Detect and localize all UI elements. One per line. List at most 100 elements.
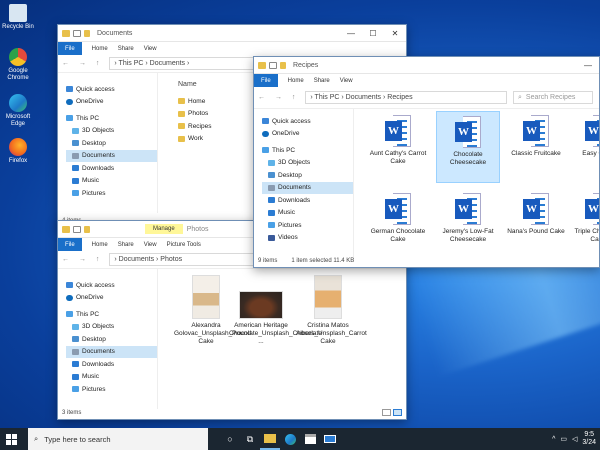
- network-icon[interactable]: ▭: [560, 435, 567, 443]
- word-file[interactable]: W German Chocolate Cake: [366, 189, 430, 261]
- checkbox-icon[interactable]: [269, 61, 277, 69]
- search-input[interactable]: ⌕ Search Recipes: [513, 91, 593, 104]
- nav-desktop[interactable]: Desktop: [262, 169, 353, 182]
- photo-file[interactable]: Cristina Matos Albers_Unsplash_Carrot Ca…: [296, 275, 367, 346]
- maximize-button[interactable]: ☐: [362, 29, 384, 38]
- nav-music[interactable]: Music: [66, 175, 157, 188]
- word-file[interactable]: W Classic Fruitcake: [504, 111, 568, 183]
- desktop-icon-recycle-bin[interactable]: Recycle Bin: [2, 4, 34, 31]
- new-folder-icon[interactable]: [84, 225, 90, 233]
- nav-label: Pictures: [82, 385, 106, 393]
- nav-label: Documents: [82, 348, 115, 356]
- word-file[interactable]: W Jeremy's Low-Fat Cheesecake: [436, 189, 500, 261]
- nav-pictures[interactable]: Pictures: [66, 383, 157, 396]
- tab-file[interactable]: File: [254, 74, 278, 87]
- tab-home[interactable]: Home: [92, 242, 108, 248]
- file-name: Jeremy's Low-Fat Cheesecake: [442, 228, 494, 243]
- minimize-button[interactable]: —: [340, 29, 362, 38]
- nav-quick-access[interactable]: Quick access: [66, 83, 157, 96]
- back-forward-icon[interactable]: ← → ↑: [258, 94, 299, 101]
- word-file[interactable]: W Aunt Cathy's Carrot Cake: [366, 111, 430, 183]
- desktop-icon-edge[interactable]: Microsoft Edge: [2, 94, 34, 128]
- recipes-window[interactable]: Recipes — File Home Share View ← → ↑ › T…: [253, 56, 600, 268]
- status-bar: 9 items 1 item selected 11.4 KB: [258, 258, 354, 264]
- store-taskbar-icon[interactable]: [300, 428, 320, 450]
- nav-videos[interactable]: Videos: [262, 232, 353, 245]
- tab-share[interactable]: Share: [314, 78, 330, 84]
- chevron-up-icon[interactable]: ^: [552, 436, 555, 443]
- nav-this-pc[interactable]: This PC: [262, 144, 353, 157]
- nav-onedrive[interactable]: OneDrive: [262, 128, 353, 141]
- close-button[interactable]: ✕: [384, 29, 406, 38]
- checkbox-icon[interactable]: [73, 29, 81, 37]
- nav-downloads[interactable]: Downloads: [262, 194, 353, 207]
- nav-desktop[interactable]: Desktop: [66, 137, 157, 150]
- nav-pictures[interactable]: Pictures: [262, 219, 353, 232]
- mail-taskbar-icon[interactable]: [320, 428, 340, 450]
- tab-share[interactable]: Share: [118, 46, 134, 52]
- back-forward-icon[interactable]: ← → ↑: [62, 60, 103, 67]
- nav-downloads[interactable]: Downloads: [66, 162, 157, 175]
- nav-downloads[interactable]: Downloads: [66, 358, 157, 371]
- tab-share[interactable]: Share: [118, 242, 134, 248]
- word-file[interactable]: W Easy Cake: [566, 111, 599, 183]
- nav-onedrive[interactable]: OneDrive: [66, 96, 157, 109]
- edge-taskbar-icon[interactable]: [280, 428, 300, 450]
- nav-documents[interactable]: Documents: [66, 149, 157, 162]
- tab-view[interactable]: View: [340, 78, 353, 84]
- view-toggle[interactable]: [382, 409, 402, 416]
- title-bar[interactable]: Documents — ☐ ✕: [58, 25, 406, 42]
- nav-this-pc[interactable]: This PC: [66, 112, 157, 125]
- nav-3d-objects[interactable]: 3D Objects: [262, 157, 353, 170]
- back-forward-icon[interactable]: ← → ↑: [62, 256, 103, 263]
- large-icons-view-icon[interactable]: [393, 409, 402, 416]
- tab-view[interactable]: View: [144, 242, 157, 248]
- desktop-icon-chrome[interactable]: Google Chrome: [2, 48, 34, 82]
- nav-pictures[interactable]: Pictures: [66, 187, 157, 200]
- tab-home[interactable]: Home: [92, 46, 108, 52]
- address-bar[interactable]: › This PC › Documents › Recipes: [305, 91, 507, 104]
- clock[interactable]: 9:5 3/24: [582, 431, 596, 447]
- task-view-icon[interactable]: ⧉: [240, 428, 260, 450]
- new-folder-icon[interactable]: [280, 61, 286, 69]
- word-file[interactable]: W Nana's Pound Cake: [504, 189, 568, 261]
- nav-label: Music: [82, 177, 99, 185]
- nav-quick-access[interactable]: Quick access: [262, 115, 353, 128]
- nav-documents[interactable]: Documents: [66, 345, 157, 358]
- cortana-icon[interactable]: ○: [220, 428, 240, 450]
- file-explorer-taskbar-icon[interactable]: [260, 428, 280, 450]
- column-header-name[interactable]: Name: [178, 81, 197, 88]
- word-file[interactable]: W Triple Chocolate Cake: [566, 189, 599, 261]
- details-view-icon[interactable]: [382, 409, 391, 416]
- tab-view[interactable]: View: [144, 46, 157, 52]
- nav-music[interactable]: Music: [262, 207, 353, 220]
- list-item[interactable]: Recipes: [178, 120, 211, 133]
- nav-3d-objects[interactable]: 3D Objects: [66, 125, 157, 138]
- list-item[interactable]: Photos: [178, 108, 211, 121]
- new-folder-icon[interactable]: [84, 29, 90, 37]
- desktop-icon-firefox[interactable]: Firefox: [2, 138, 34, 165]
- nav-desktop[interactable]: Desktop: [66, 333, 157, 346]
- tab-file[interactable]: File: [58, 42, 82, 55]
- nav-quick-access[interactable]: Quick access: [66, 279, 157, 292]
- volume-icon[interactable]: ◁: [572, 435, 577, 443]
- photo-file[interactable]: American Heritage Chocolate_Unsplash_Cho…: [229, 291, 322, 346]
- nav-documents[interactable]: Documents: [262, 181, 353, 194]
- checkbox-icon[interactable]: [73, 225, 81, 233]
- title-bar[interactable]: Recipes —: [254, 57, 599, 74]
- folder-name: Home: [188, 97, 206, 105]
- list-item[interactable]: Home: [178, 95, 211, 108]
- nav-music[interactable]: Music: [66, 371, 157, 384]
- list-item[interactable]: Work: [178, 133, 211, 146]
- tab-manage[interactable]: Manage: [145, 224, 183, 234]
- taskbar-search-box[interactable]: ⌕ Type here to search: [28, 428, 208, 450]
- nav-3d-objects[interactable]: 3D Objects: [66, 321, 157, 334]
- nav-this-pc[interactable]: This PC: [66, 308, 157, 321]
- word-file-selected[interactable]: W Chocolate Cheesecake: [436, 111, 500, 183]
- start-button[interactable]: [6, 434, 17, 445]
- nav-onedrive[interactable]: OneDrive: [66, 292, 157, 305]
- tab-home[interactable]: Home: [288, 78, 304, 84]
- tab-file[interactable]: File: [58, 238, 82, 251]
- minimize-button[interactable]: —: [577, 61, 599, 70]
- tab-picture-tools[interactable]: Picture Tools: [167, 242, 201, 248]
